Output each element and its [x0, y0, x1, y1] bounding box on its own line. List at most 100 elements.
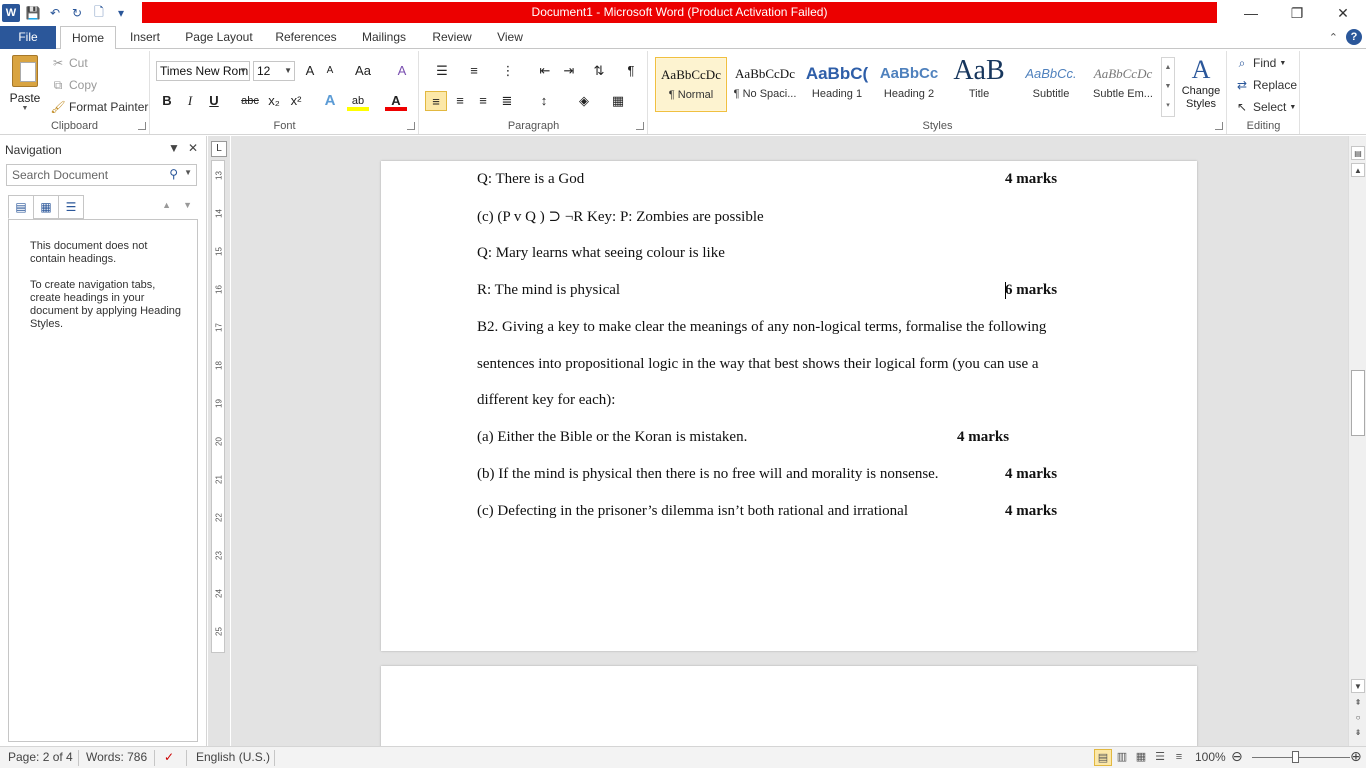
- previous-page-icon[interactable]: ⇞: [1351, 696, 1365, 710]
- doc-line[interactable]: (b) If the mind is physical then there i…: [477, 466, 939, 483]
- find-button[interactable]: ⌕ Find ▼: [1234, 53, 1287, 73]
- save-icon[interactable]: 💾: [24, 4, 42, 22]
- decrease-indent-icon[interactable]: ⇤: [534, 61, 556, 81]
- change-case-button[interactable]: Aa: [349, 61, 377, 81]
- align-center-icon[interactable]: ≡: [449, 91, 471, 111]
- tab-file[interactable]: File: [0, 26, 56, 49]
- strikethrough-button[interactable]: abc: [237, 91, 263, 111]
- browse-headings-icon[interactable]: ▤: [8, 195, 34, 219]
- previous-heading-icon[interactable]: ▲: [162, 200, 171, 210]
- browse-pages-icon[interactable]: ▦: [33, 195, 59, 219]
- doc-line[interactable]: (a) Either the Bible or the Koran is mis…: [477, 429, 747, 446]
- font-size-combo[interactable]: 12 ▼: [253, 61, 295, 81]
- doc-line[interactable]: different key for each):: [477, 392, 615, 409]
- underline-button[interactable]: U: [203, 91, 225, 111]
- scroll-up-button[interactable]: ▲: [1351, 163, 1365, 177]
- browse-object-icon[interactable]: ○: [1351, 711, 1365, 725]
- clipboard-launcher-icon[interactable]: [138, 122, 146, 130]
- numbering-icon[interactable]: ≡: [460, 61, 488, 81]
- vertical-scrollbar[interactable]: ▤ ▲ ▼ ⇞ ○ ⇟: [1348, 136, 1366, 746]
- marks-label[interactable]: 6 marks: [1005, 282, 1057, 299]
- font-color-button[interactable]: A: [385, 91, 407, 111]
- subscript-button[interactable]: x₂: [263, 91, 285, 111]
- paste-button[interactable]: Paste ▼: [6, 55, 44, 112]
- align-right-icon[interactable]: ≡: [472, 91, 494, 111]
- proofing-icon[interactable]: ✓: [164, 750, 174, 764]
- tab-view[interactable]: View: [490, 26, 530, 49]
- search-document-input[interactable]: Search Document ⚲ ▼: [6, 164, 197, 186]
- customize-qat-icon[interactable]: ▾: [112, 4, 130, 22]
- tab-selector-button[interactable]: L: [211, 141, 227, 157]
- clear-formatting-button[interactable]: A: [391, 61, 413, 81]
- doc-line[interactable]: Q: There is a God: [477, 171, 584, 188]
- web-layout-icon[interactable]: ▦: [1132, 749, 1150, 766]
- restore-button[interactable]: ❐: [1274, 0, 1320, 26]
- draft-icon[interactable]: ≡: [1170, 749, 1188, 766]
- style-title[interactable]: AaB Title: [943, 57, 1015, 112]
- select-button[interactable]: ↖ Select ▼: [1234, 97, 1296, 117]
- tab-home[interactable]: Home: [60, 26, 116, 50]
- doc-line[interactable]: R: The mind is physical: [477, 282, 620, 299]
- text-effects-button[interactable]: A: [319, 91, 341, 111]
- zoom-in-icon[interactable]: ⊕: [1350, 748, 1362, 765]
- style-no-spacing[interactable]: AaBbCcDc ¶ No Spaci...: [729, 57, 801, 112]
- marks-label[interactable]: 4 marks: [1005, 503, 1057, 520]
- document-page[interactable]: [381, 666, 1197, 746]
- font-launcher-icon[interactable]: [407, 122, 415, 130]
- search-icon[interactable]: ⚲: [169, 167, 178, 181]
- doc-line[interactable]: (c) Defecting in the prisoner’s dilemma …: [477, 503, 908, 520]
- browse-results-icon[interactable]: ☰: [58, 195, 84, 219]
- align-left-icon[interactable]: ≡: [425, 91, 447, 111]
- vertical-ruler[interactable]: 13 14 15 16 17 18 19 20 21 22 23 24 25: [211, 160, 225, 653]
- full-screen-reading-icon[interactable]: ▥: [1113, 749, 1131, 766]
- multilevel-list-icon[interactable]: ⋮: [494, 61, 522, 81]
- zoom-level[interactable]: 100%: [1195, 750, 1226, 764]
- italic-button[interactable]: I: [179, 91, 201, 111]
- marks-label[interactable]: 4 marks: [1005, 466, 1057, 483]
- font-name-combo[interactable]: Times New Rom ▼: [156, 61, 250, 81]
- ruler-toggle-icon[interactable]: ▤: [1351, 146, 1365, 160]
- styles-launcher-icon[interactable]: [1215, 122, 1223, 130]
- justify-icon[interactable]: ≣: [496, 91, 518, 111]
- doc-line[interactable]: B2. Giving a key to make clear the meani…: [477, 319, 1046, 336]
- undo-icon[interactable]: ↶: [46, 4, 64, 22]
- language-indicator[interactable]: English (U.S.): [196, 750, 270, 764]
- replace-button[interactable]: ⇄ Replace: [1234, 75, 1297, 95]
- close-icon[interactable]: ✕: [188, 141, 198, 155]
- pane-options-icon[interactable]: ▼: [168, 141, 180, 155]
- scroll-down-button[interactable]: ▼: [1351, 679, 1365, 693]
- style-normal[interactable]: AaBbCcDc ¶ Normal: [655, 57, 727, 112]
- tab-review[interactable]: Review: [426, 26, 478, 49]
- highlight-button[interactable]: ab: [347, 91, 369, 111]
- redo-icon[interactable]: ↻: [68, 4, 86, 22]
- shrink-font-button[interactable]: A: [319, 61, 341, 81]
- grow-font-button[interactable]: A: [299, 61, 321, 81]
- word-count[interactable]: Words: 786: [86, 750, 147, 764]
- tab-mailings[interactable]: Mailings: [354, 26, 414, 49]
- new-document-icon[interactable]: 🗋: [90, 4, 108, 22]
- increase-indent-icon[interactable]: ⇥: [558, 61, 580, 81]
- zoom-out-icon[interactable]: ⊖: [1231, 748, 1243, 765]
- doc-line[interactable]: sentences into propositional logic in th…: [477, 356, 1039, 373]
- doc-line[interactable]: Q: Mary learns what seeing colour is lik…: [477, 245, 725, 262]
- print-layout-icon[interactable]: ▤: [1094, 749, 1112, 766]
- line-spacing-icon[interactable]: ↕: [530, 91, 558, 111]
- outline-icon[interactable]: ☰: [1151, 749, 1169, 766]
- tab-insert[interactable]: Insert: [122, 26, 168, 49]
- scroll-thumb[interactable]: [1351, 370, 1365, 436]
- change-styles-button[interactable]: A Change Styles: [1179, 55, 1223, 111]
- next-page-icon[interactable]: ⇟: [1351, 726, 1365, 740]
- bold-button[interactable]: B: [156, 91, 178, 111]
- page-count[interactable]: Page: 2 of 4: [8, 750, 73, 764]
- cut-button[interactable]: ✂ Cut: [50, 53, 88, 73]
- chevron-down-icon[interactable]: ▼: [184, 168, 192, 177]
- copy-button[interactable]: ⧉ Copy: [50, 75, 97, 95]
- borders-icon[interactable]: ▦: [604, 91, 632, 111]
- shading-icon[interactable]: ◈: [570, 91, 598, 111]
- collapse-ribbon-icon[interactable]: ⌃: [1329, 31, 1338, 44]
- doc-line[interactable]: (c) (P v Q ) ⊃ ¬R Key: P: Zombies are po…: [477, 207, 764, 226]
- close-button[interactable]: ✕: [1320, 0, 1366, 26]
- superscript-button[interactable]: x²: [285, 91, 307, 111]
- format-painter-button[interactable]: 🖌 Format Painter: [50, 97, 148, 117]
- zoom-slider[interactable]: [1252, 757, 1350, 758]
